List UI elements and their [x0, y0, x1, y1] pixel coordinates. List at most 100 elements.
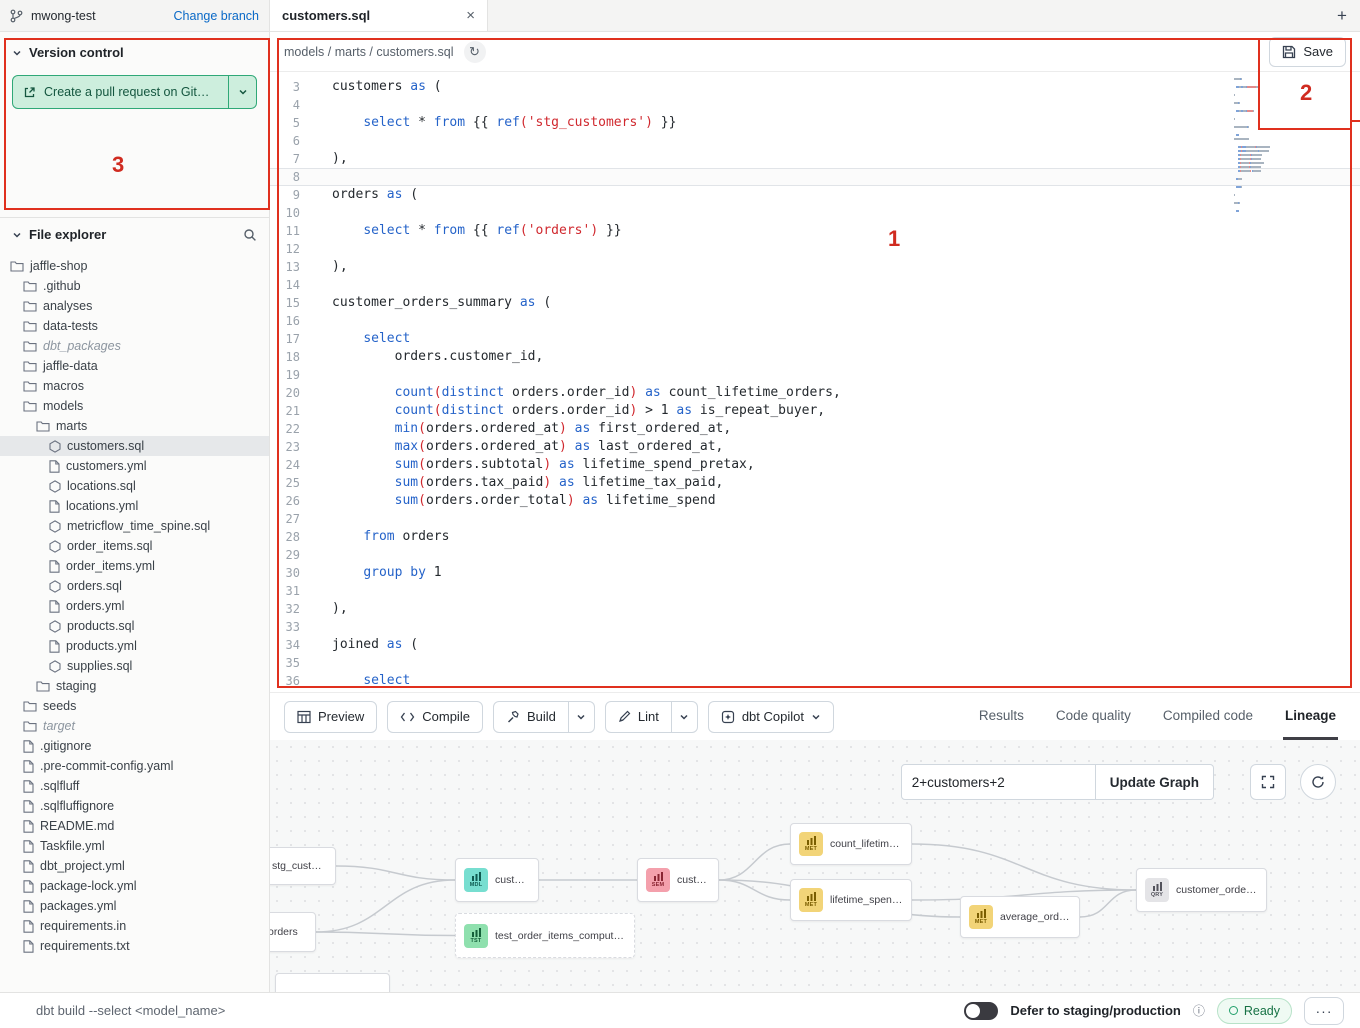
- code-line-15[interactable]: 15customer_orders_summary as (: [270, 294, 1360, 312]
- code-line-12[interactable]: 12: [270, 240, 1360, 258]
- code-line-14[interactable]: 14: [270, 276, 1360, 294]
- tree-item-customers.sql[interactable]: customers.sql: [0, 436, 269, 456]
- tree-item-locations.yml[interactable]: locations.yml: [0, 496, 269, 516]
- code-line-3[interactable]: 3customers as (: [270, 78, 1360, 96]
- code-line-33[interactable]: 33: [270, 618, 1360, 636]
- code-line-20[interactable]: 20 count(distinct orders.order_id) as co…: [270, 384, 1360, 402]
- lineage-node-orders[interactable]: MDLorders: [270, 912, 316, 952]
- code-line-23[interactable]: 23 max(orders.ordered_at) as last_ordere…: [270, 438, 1360, 456]
- lineage-node-customer_order_metrics[interactable]: QRYcustomer_order_metrics: [1136, 868, 1267, 912]
- code-line-31[interactable]: 31: [270, 582, 1360, 600]
- code-line-30[interactable]: 30 group by 1: [270, 564, 1360, 582]
- tree-item-requirements.in[interactable]: requirements.in: [0, 916, 269, 936]
- tree-item-dbt-project.yml[interactable]: dbt_project.yml: [0, 856, 269, 876]
- code-line-19[interactable]: 19: [270, 366, 1360, 384]
- lineage-node-stg_customers[interactable]: MDLstg_customers: [270, 847, 336, 885]
- create-pull-request-button[interactable]: Create a pull request on Git…: [12, 75, 257, 109]
- build-button[interactable]: Build: [493, 701, 569, 733]
- refresh-graph-button[interactable]: [1300, 764, 1336, 800]
- change-branch-link[interactable]: Change branch: [174, 9, 259, 23]
- code-line-17[interactable]: 17 select: [270, 330, 1360, 348]
- tree-item-staging[interactable]: staging: [0, 676, 269, 696]
- search-icon[interactable]: [243, 228, 257, 242]
- code-line-18[interactable]: 18 orders.customer_id,: [270, 348, 1360, 366]
- code-line-22[interactable]: 22 min(orders.ordered_at) as first_order…: [270, 420, 1360, 438]
- refresh-file-icon[interactable]: ↻: [464, 41, 486, 63]
- code-line-13[interactable]: 13),: [270, 258, 1360, 276]
- tree-item-target[interactable]: target: [0, 716, 269, 736]
- tree-item-metricflow-time-spine.sql[interactable]: metricflow_time_spine.sql: [0, 516, 269, 536]
- code-line-24[interactable]: 24 sum(orders.subtotal) as lifetime_spen…: [270, 456, 1360, 474]
- new-tab-button[interactable]: +: [1324, 0, 1360, 31]
- tree-item-analyses[interactable]: analyses: [0, 296, 269, 316]
- code-line-16[interactable]: 16: [270, 312, 1360, 330]
- tree-item-jaffle-data[interactable]: jaffle-data: [0, 356, 269, 376]
- save-button[interactable]: Save: [1269, 37, 1346, 67]
- tree-item-macros[interactable]: macros: [0, 376, 269, 396]
- tree-item-.sqlfluff[interactable]: .sqlfluff: [0, 776, 269, 796]
- code-line-34[interactable]: 34joined as (: [270, 636, 1360, 654]
- code-line-5[interactable]: 5 select * from {{ ref('stg_customers') …: [270, 114, 1360, 132]
- lineage-node-average_order_value[interactable]: METaverage_order_value: [960, 896, 1080, 938]
- tree-item-orders.sql[interactable]: orders.sql: [0, 576, 269, 596]
- minimap[interactable]: [1234, 78, 1322, 214]
- tab-results[interactable]: Results: [977, 693, 1026, 740]
- tree-item-data-tests[interactable]: data-tests: [0, 316, 269, 336]
- tree-item-jaffle-shop[interactable]: jaffle-shop: [0, 256, 269, 276]
- code-line-32[interactable]: 32),: [270, 600, 1360, 618]
- preview-button[interactable]: Preview: [284, 701, 377, 733]
- lineage-node-lifetime_spend_pretax[interactable]: METlifetime_spend_pretax: [790, 879, 912, 921]
- tree-item-.gitignore[interactable]: .gitignore: [0, 736, 269, 756]
- tree-item-order-items.yml[interactable]: order_items.yml: [0, 556, 269, 576]
- code-line-35[interactable]: 35: [270, 654, 1360, 672]
- tree-item-products.yml[interactable]: products.yml: [0, 636, 269, 656]
- tree-item-products.sql[interactable]: products.sql: [0, 616, 269, 636]
- dbt-copilot-button[interactable]: dbt Copilot: [708, 701, 834, 733]
- code-line-10[interactable]: 10: [270, 204, 1360, 222]
- tab-lineage[interactable]: Lineage: [1283, 693, 1338, 740]
- tree-item-.github[interactable]: .github: [0, 276, 269, 296]
- code-line-11[interactable]: 11 select * from {{ ref('orders') }}: [270, 222, 1360, 240]
- tree-item-order-items.sql[interactable]: order_items.sql: [0, 536, 269, 556]
- info-icon[interactable]: ⓘ: [1193, 1002, 1205, 1019]
- tab-compiled-code[interactable]: Compiled code: [1161, 693, 1255, 740]
- lineage-node-customers[interactable]: MDLcustomers: [455, 858, 539, 902]
- tab-code-quality[interactable]: Code quality: [1054, 693, 1133, 740]
- lineage-node-customers[interactable]: SEMcustomers: [637, 858, 719, 902]
- lint-button[interactable]: Lint: [605, 701, 672, 733]
- pull-request-dropdown-button[interactable]: [228, 76, 256, 108]
- code-line-26[interactable]: 26 sum(orders.order_total) as lifetime_s…: [270, 492, 1360, 510]
- code-line-4[interactable]: 4: [270, 96, 1360, 114]
- defer-toggle[interactable]: [964, 1002, 998, 1020]
- tree-item-README.md[interactable]: README.md: [0, 816, 269, 836]
- more-options-button[interactable]: ···: [1304, 997, 1344, 1025]
- tree-item-Taskfile.yml[interactable]: Taskfile.yml: [0, 836, 269, 856]
- tree-item-models[interactable]: models: [0, 396, 269, 416]
- code-line-6[interactable]: 6: [270, 132, 1360, 150]
- tree-item-.sqlfluffignore[interactable]: .sqlfluffignore: [0, 796, 269, 816]
- lineage-node-count_lifetime_orders[interactable]: METcount_lifetime_orders: [790, 823, 912, 865]
- lineage-node-test_order_items_compute_to_bools[interactable]: TSTtest_order_items_compute_to_bools…: [455, 913, 635, 958]
- version-control-header[interactable]: Version control: [0, 32, 269, 69]
- code-line-25[interactable]: 25 sum(orders.tax_paid) as lifetime_tax_…: [270, 474, 1360, 492]
- tree-item-locations.sql[interactable]: locations.sql: [0, 476, 269, 496]
- build-dropdown-button[interactable]: [569, 701, 595, 733]
- code-line-36[interactable]: 36 select: [270, 672, 1360, 690]
- tree-item-marts[interactable]: marts: [0, 416, 269, 436]
- code-line-27[interactable]: 27: [270, 510, 1360, 528]
- tree-item-supplies.sql[interactable]: supplies.sql: [0, 656, 269, 676]
- code-line-29[interactable]: 29: [270, 546, 1360, 564]
- tree-item-packages.yml[interactable]: packages.yml: [0, 896, 269, 916]
- tree-item-dbt-packages[interactable]: dbt_packages: [0, 336, 269, 356]
- tree-item-orders.yml[interactable]: orders.yml: [0, 596, 269, 616]
- code-line-8[interactable]: 8: [270, 168, 1360, 186]
- update-graph-button[interactable]: Update Graph: [1096, 764, 1214, 800]
- tree-item-package-lock.yml[interactable]: package-lock.yml: [0, 876, 269, 896]
- tree-item-seeds[interactable]: seeds: [0, 696, 269, 716]
- code-line-9[interactable]: 9orders as (: [270, 186, 1360, 204]
- compile-button[interactable]: Compile: [387, 701, 483, 733]
- lineage-selector-input[interactable]: [901, 764, 1096, 800]
- fullscreen-button[interactable]: [1250, 764, 1286, 800]
- create-pull-request-main[interactable]: Create a pull request on Git…: [13, 76, 228, 108]
- file-explorer-header[interactable]: File explorer: [0, 218, 269, 248]
